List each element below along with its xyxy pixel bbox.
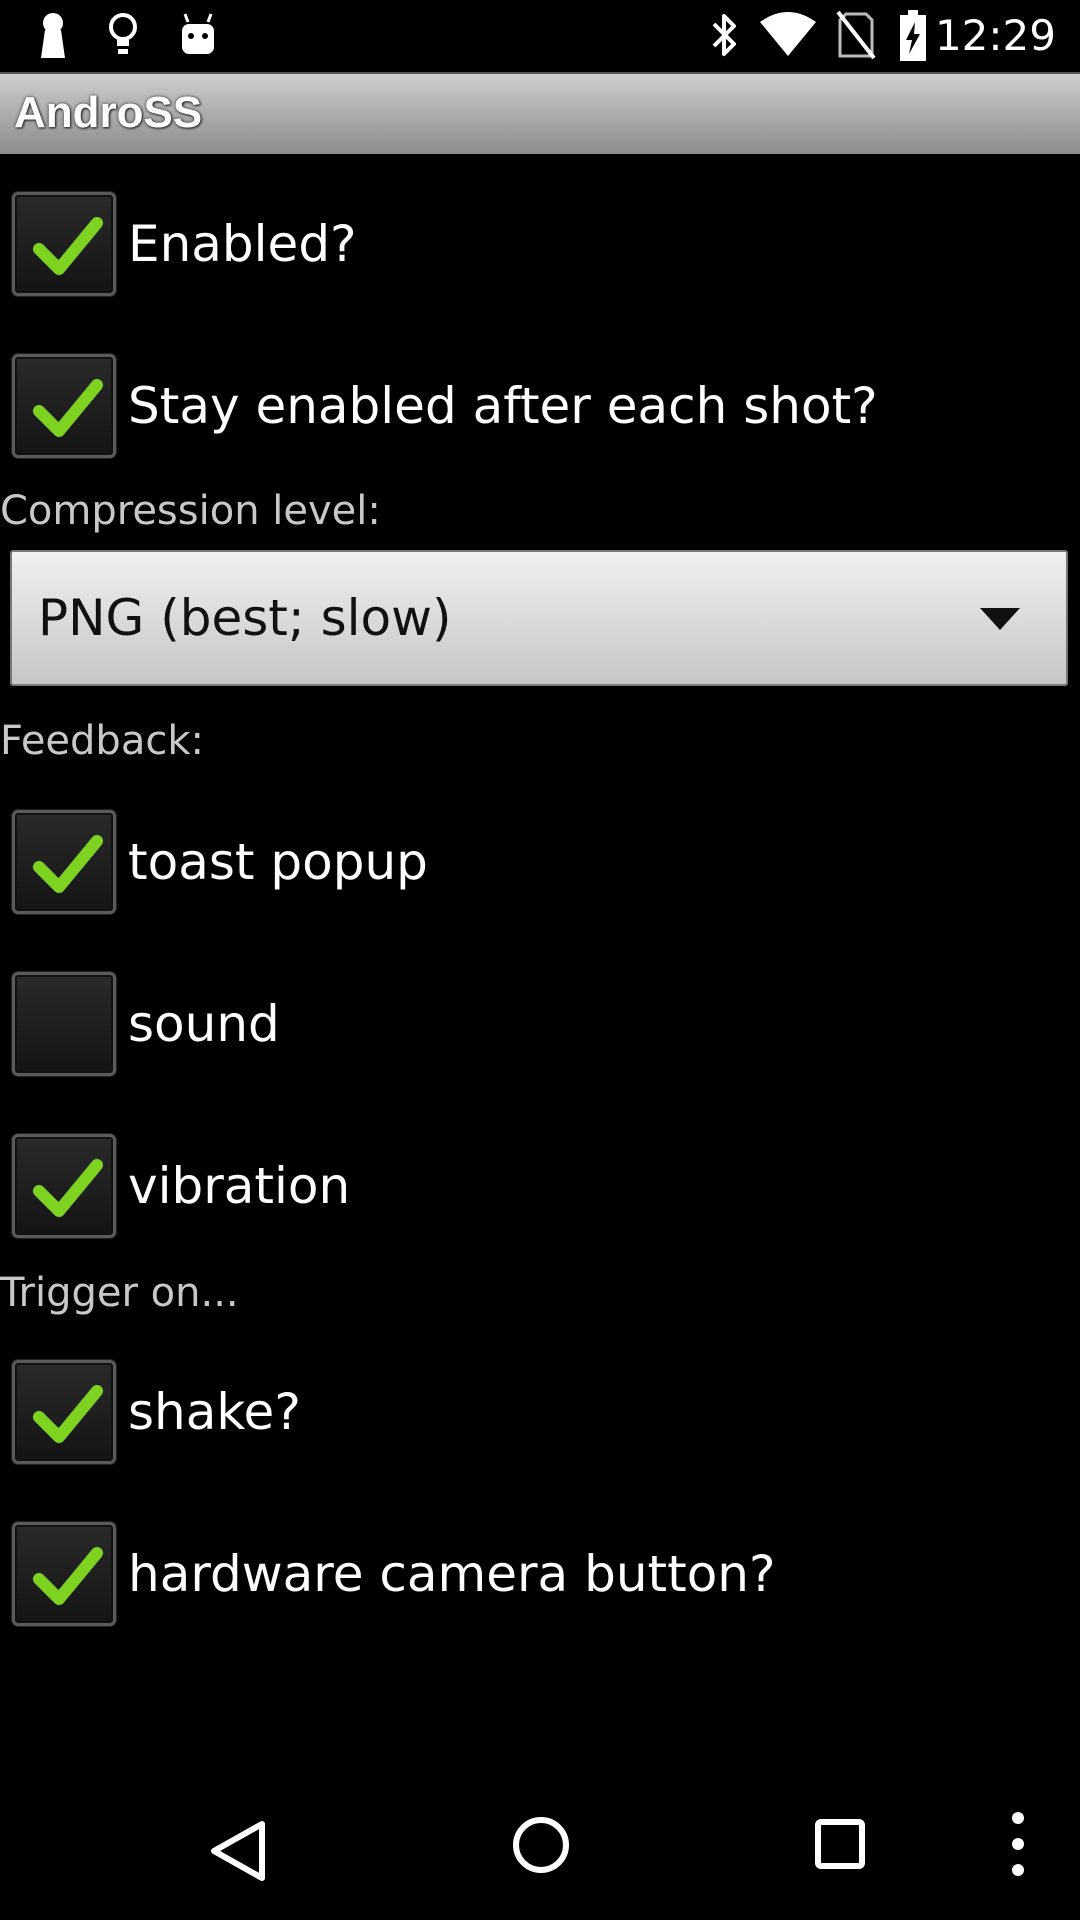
compression-level-label: Compression level: [0, 488, 381, 534]
lightbulb-icon [106, 10, 140, 64]
vibration-checkbox[interactable] [12, 1134, 116, 1238]
feedback-label: Feedback: [0, 718, 204, 764]
checkmark-icon [33, 1385, 103, 1443]
back-icon[interactable] [200, 1816, 280, 1890]
toast-popup-checkbox-row[interactable]: toast popup [0, 786, 1080, 926]
bluetooth-icon [708, 10, 742, 64]
sound-checkbox-row[interactable]: sound [0, 948, 1080, 1088]
battery-charging-icon [898, 10, 928, 66]
trigger-on-label: Trigger on... [0, 1270, 239, 1316]
compression-level-value: PNG (best; slow) [38, 589, 452, 647]
recents-icon[interactable] [810, 1814, 870, 1880]
vibration-checkbox-row[interactable]: vibration [0, 1110, 1080, 1250]
stay-enabled-label: Stay enabled after each shot? [128, 377, 878, 435]
enabled-checkbox-row[interactable]: Enabled? [0, 168, 1080, 308]
navigation-bar [0, 1776, 1080, 1920]
shake-checkbox-row[interactable]: shake? [0, 1336, 1080, 1476]
camera-button-label: hardware camera button? [128, 1545, 776, 1603]
toast-popup-checkbox[interactable] [12, 810, 116, 914]
dropdown-arrow-icon [980, 608, 1020, 630]
stay-enabled-checkbox-row[interactable]: Stay enabled after each shot? [0, 330, 1080, 470]
camera-button-checkbox[interactable] [12, 1522, 116, 1626]
vibration-label: vibration [128, 1157, 351, 1215]
checkmark-icon [33, 1547, 103, 1605]
sound-label: sound [128, 995, 280, 1053]
app-title: AndroSS [14, 88, 203, 137]
compression-level-spinner[interactable]: PNG (best; slow) [10, 550, 1068, 686]
toast-popup-label: toast popup [128, 833, 428, 891]
camera-button-checkbox-row[interactable]: hardware camera button? [0, 1498, 1080, 1638]
checkmark-icon [33, 217, 103, 275]
enabled-label: Enabled? [128, 215, 357, 273]
checkmark-icon [33, 379, 103, 437]
home-icon[interactable] [506, 1810, 576, 1884]
title-bar: AndroSS [0, 72, 1080, 154]
overflow-menu-icon[interactable] [1006, 1808, 1030, 1884]
checkmark-icon [33, 835, 103, 893]
status-clock: 12:29 [934, 11, 1056, 60]
keyhole-icon [36, 10, 70, 64]
shake-checkbox[interactable] [12, 1360, 116, 1464]
no-sim-icon [836, 10, 876, 64]
status-bar: 12:29 [0, 0, 1080, 72]
enabled-checkbox[interactable] [12, 192, 116, 296]
stay-enabled-checkbox[interactable] [12, 354, 116, 458]
android-icon [178, 10, 218, 64]
checkmark-icon [33, 1159, 103, 1217]
shake-label: shake? [128, 1383, 301, 1441]
sound-checkbox[interactable] [12, 972, 116, 1076]
wifi-icon [758, 10, 818, 64]
